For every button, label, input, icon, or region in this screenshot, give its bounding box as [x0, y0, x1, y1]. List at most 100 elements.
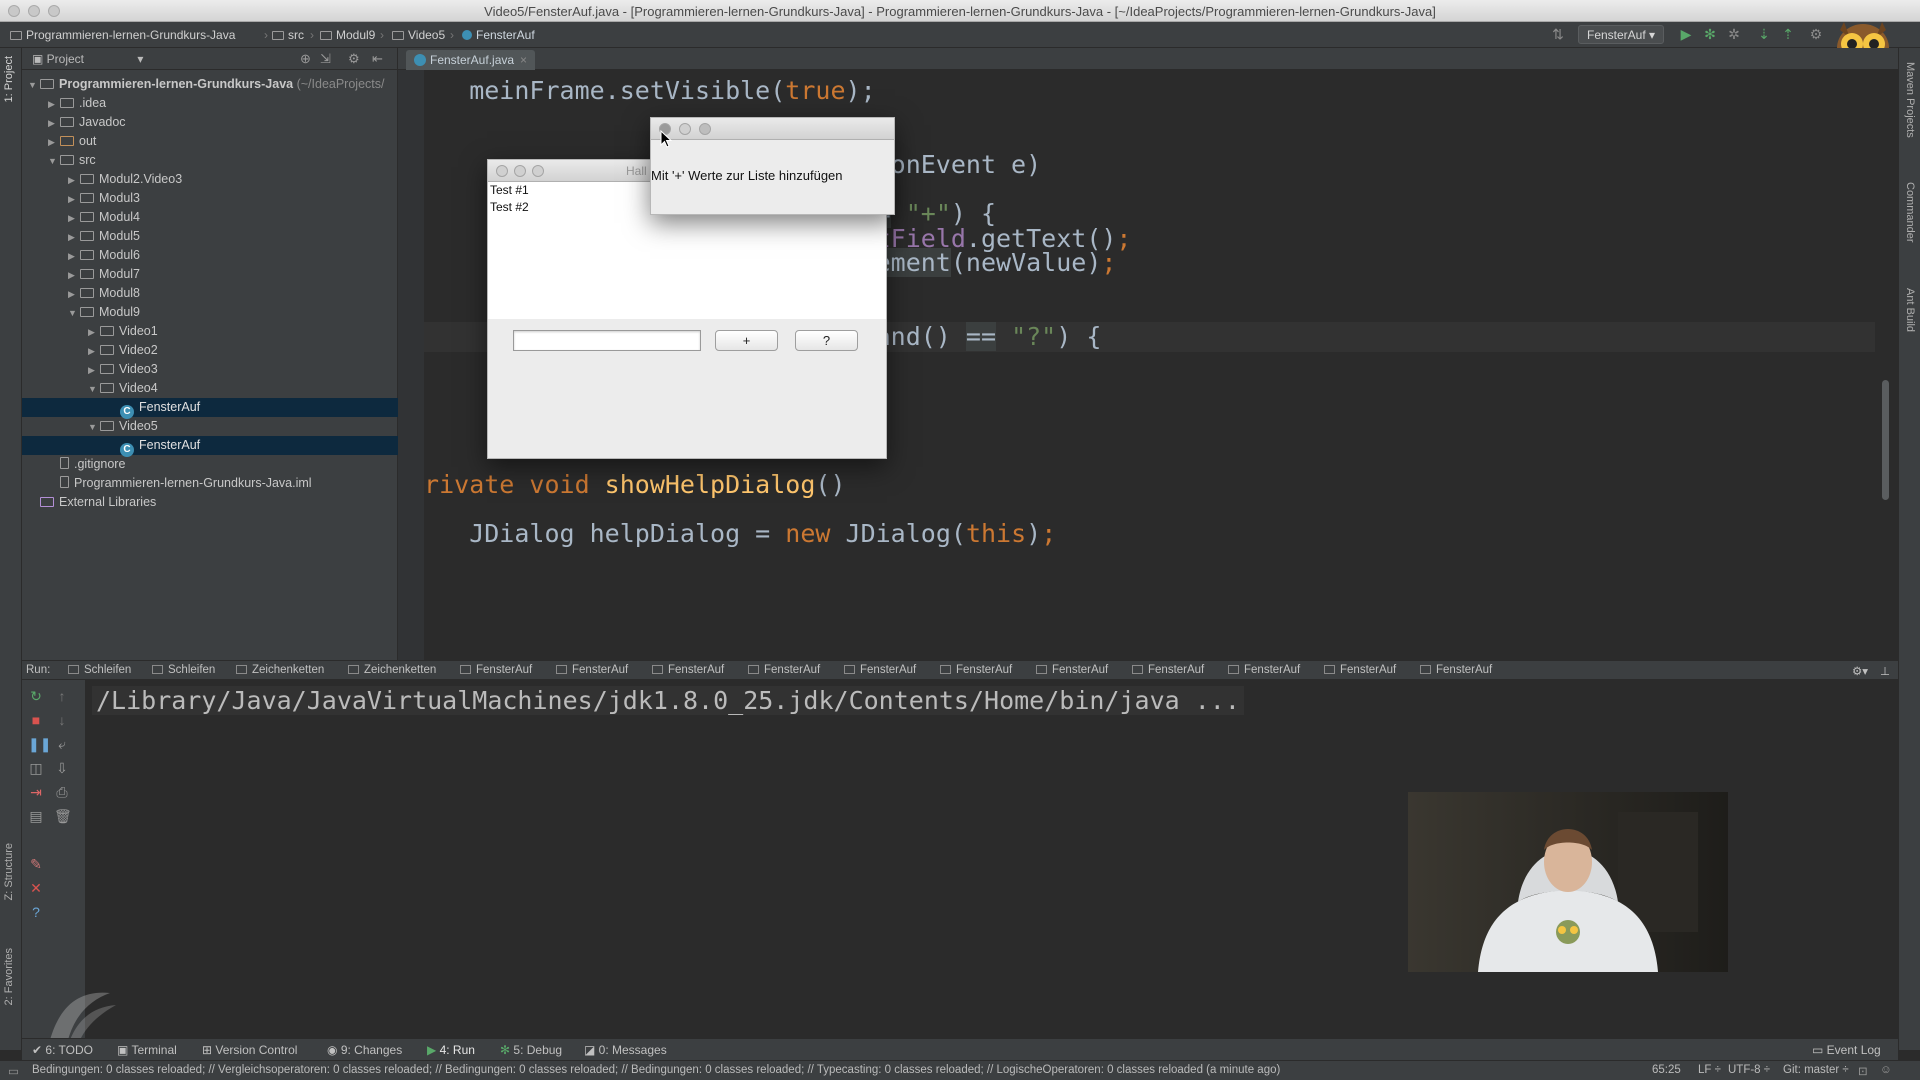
collapsed-arrow-icon[interactable]: ▶ [48, 133, 60, 152]
run-tab[interactable]: Schleifen [68, 664, 131, 676]
pause-icon[interactable]: ❚❚ [28, 736, 51, 752]
file-encoding[interactable]: UTF-8 ÷ [1728, 1064, 1770, 1076]
help-icon[interactable]: ? [28, 904, 44, 920]
breadcrumb-src[interactable]: src [272, 28, 304, 42]
run-tab[interactable]: Schleifen [152, 664, 215, 676]
pin-icon[interactable]: ✎ [28, 856, 44, 872]
tool-tab-changes[interactable]: ◉ 9: Changes [327, 1043, 402, 1057]
close-run-icon[interactable]: ✕ [28, 880, 44, 896]
event-log-button[interactable]: ▭ Event Log [1812, 1043, 1881, 1057]
add-value-button[interactable]: + [715, 330, 778, 351]
expanded-arrow-icon[interactable]: ▼ [88, 418, 100, 437]
run-settings-icon[interactable]: ⚙▾ [1852, 664, 1868, 678]
tool-tab-version-control[interactable]: ⊞ Version Control [202, 1043, 297, 1057]
tree-item[interactable]: ▶ Video1 [22, 322, 398, 341]
collapsed-arrow-icon[interactable]: ▶ [88, 342, 100, 361]
help-button[interactable]: ? [795, 330, 858, 351]
collapsed-arrow-icon[interactable]: ▶ [68, 228, 80, 247]
tree-item[interactable]: ▼ Programmieren-lernen-Grundkurs-Java (~/… [22, 75, 398, 94]
inspector-icon[interactable]: ☺ [1880, 1064, 1892, 1076]
collapsed-arrow-icon[interactable]: ▶ [48, 114, 60, 133]
collapsed-arrow-icon[interactable]: ▶ [48, 95, 60, 114]
run-tab[interactable]: FensterAuf [652, 664, 724, 676]
expanded-arrow-icon[interactable]: ▼ [68, 304, 80, 323]
run-tab[interactable]: FensterAuf [1228, 664, 1300, 676]
tool-tab-messages[interactable]: ◪ 0: Messages [584, 1043, 667, 1057]
tree-item[interactable]: ▼ src [22, 151, 398, 170]
tool-tab-commander[interactable]: Commander [1904, 182, 1916, 243]
stop-icon[interactable]: ■ [28, 712, 44, 728]
print-icon[interactable]: ⎙ [54, 784, 70, 800]
tool-tab-project[interactable]: 1: Project [3, 56, 15, 102]
tree-item[interactable]: ▼ Modul9 [22, 303, 398, 322]
collapsed-arrow-icon[interactable]: ▶ [68, 171, 80, 190]
vcs-commit-icon[interactable]: ⇡ [1780, 26, 1796, 42]
rerun-icon[interactable]: ↻ [28, 688, 44, 704]
editor-tab-fensterauf[interactable]: FensterAuf.java × [406, 50, 536, 70]
tree-item[interactable]: ▶ Javadoc [22, 113, 398, 132]
tree-item[interactable]: ▶ Modul6 [22, 246, 398, 265]
breadcrumb-fensterauf[interactable]: FensterAuf [462, 28, 535, 42]
run-tab[interactable]: FensterAuf [556, 664, 628, 676]
collapsed-arrow-icon[interactable]: ▶ [88, 323, 100, 342]
status-toggle-icon[interactable]: ▭ [8, 1064, 19, 1078]
collapsed-arrow-icon[interactable]: ▶ [88, 361, 100, 380]
tool-tab-structure[interactable]: Z: Structure [3, 843, 15, 900]
run-configuration-select[interactable]: FensterAuf ▾ [1578, 25, 1665, 44]
tree-item[interactable]: ▶ Modul2.Video3 [22, 170, 398, 189]
hide-run-icon[interactable]: ⊥ [1880, 664, 1890, 678]
scroll-to-end-icon[interactable]: ⇩ [54, 760, 70, 776]
caret-position[interactable]: 65:25 [1652, 1064, 1681, 1076]
run-tab[interactable]: Zeichenketten [348, 664, 436, 676]
run-tab[interactable]: FensterAuf [844, 664, 916, 676]
tree-item[interactable]: ▼ Video5 [22, 417, 398, 436]
tree-item[interactable]: Programmieren-lernen-Grundkurs-Java.iml [22, 474, 398, 493]
expanded-arrow-icon[interactable]: ▼ [48, 152, 60, 171]
tool-tab-maven[interactable]: Maven Projects [1904, 62, 1916, 138]
clear-all-icon[interactable]: 🗑 [54, 808, 72, 824]
scroll-up-icon[interactable]: ↑ [54, 688, 70, 704]
tree-item[interactable]: ▶ .idea [22, 94, 398, 113]
code-line[interactable]: JDialog helpDialog = new JDialog(this); [424, 519, 1875, 549]
build-icon[interactable]: ⇅ [1550, 26, 1566, 42]
expanded-arrow-icon[interactable]: ▼ [88, 380, 100, 399]
settings-icon[interactable]: ⚙ [1808, 26, 1824, 42]
tree-item[interactable]: .gitignore [22, 455, 398, 474]
run-tab[interactable]: Zeichenketten [236, 664, 324, 676]
app-minimize-button[interactable] [514, 165, 526, 177]
app-close-button[interactable] [496, 165, 508, 177]
tool-tab-terminal[interactable]: ▣ Terminal [117, 1043, 177, 1057]
breadcrumb-video5[interactable]: Video5 [392, 28, 445, 42]
tree-item[interactable]: ▶ out [22, 132, 398, 151]
panel-settings-icon[interactable]: ⚙ [348, 51, 360, 67]
run-tab[interactable]: FensterAuf [1132, 664, 1204, 676]
tree-item[interactable]: External Libraries [22, 493, 398, 512]
hide-panel-icon[interactable]: ⇤ [372, 51, 383, 67]
app-zoom-button[interactable] [532, 165, 544, 177]
exit-icon[interactable]: ⇥ [28, 784, 44, 800]
tree-item[interactable]: ▶ Video2 [22, 341, 398, 360]
collapsed-arrow-icon[interactable]: ▶ [68, 209, 80, 228]
editor-scrollbar[interactable] [1882, 380, 1889, 500]
tree-item[interactable]: ▶ Modul7 [22, 265, 398, 284]
tool-tab-ant-build[interactable]: Ant Build [1904, 288, 1916, 332]
tool-tab-run[interactable]: ▶ 4: Run [427, 1043, 475, 1057]
tree-item[interactable]: ▶ Modul5 [22, 227, 398, 246]
expanded-arrow-icon[interactable]: ▼ [28, 76, 40, 95]
vcs-branch[interactable]: Git: master ÷ [1783, 1064, 1849, 1076]
collapse-all-icon[interactable]: ⇲ [320, 51, 331, 67]
run-tab[interactable]: FensterAuf [1324, 664, 1396, 676]
value-input[interactable] [513, 330, 701, 351]
scroll-down-icon[interactable]: ↓ [54, 712, 70, 728]
tree-item[interactable]: ▼ Video4 [22, 379, 398, 398]
vcs-update-icon[interactable]: ⇣ [1756, 26, 1772, 42]
tree-item[interactable]: ▶ Video3 [22, 360, 398, 379]
run-tab[interactable]: FensterAuf [1420, 664, 1492, 676]
collapsed-arrow-icon[interactable]: ▶ [68, 247, 80, 266]
breadcrumb-modul9[interactable]: Modul9 [320, 28, 375, 42]
dialog-zoom-button[interactable] [699, 123, 711, 135]
dump-threads-icon[interactable]: ◫ [28, 760, 44, 776]
tree-item[interactable]: ▶ Modul3 [22, 189, 398, 208]
run-tab[interactable]: FensterAuf [748, 664, 820, 676]
run-icon[interactable]: ▶ [1678, 26, 1694, 42]
